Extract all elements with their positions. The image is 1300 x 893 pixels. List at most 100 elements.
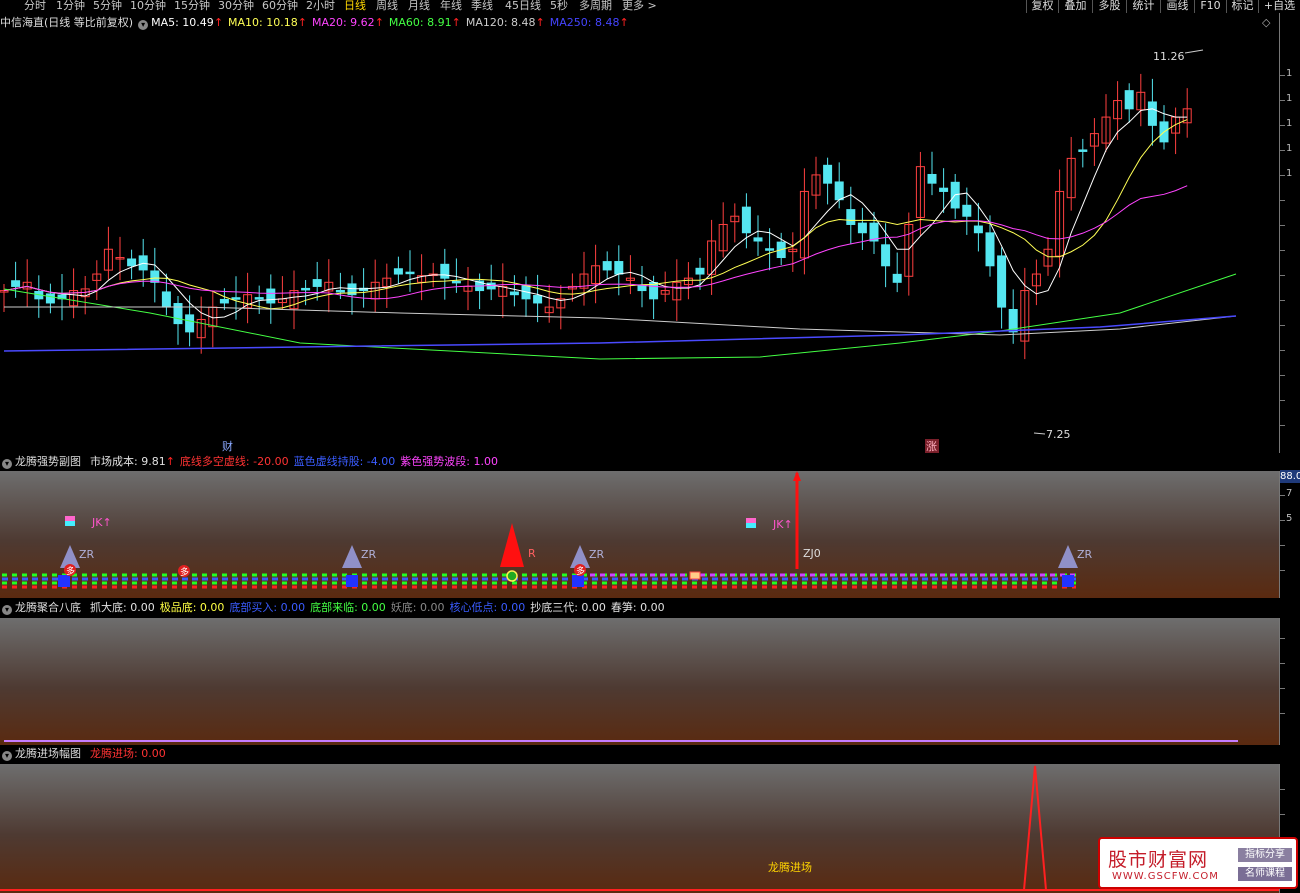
candle-body <box>985 232 995 267</box>
bottom-aggregate-subchart: ▾ 龙腾聚合八底 抓大底: 0.00 极品底: 0.00 底部买入: 0.00 底部来临:… <box>0 598 1300 745</box>
subchart2-header: ▾ 龙腾聚合八底 抓大底: 0.00 极品底: 0.00 底部买入: 0.00 底部来临:… <box>0 599 1300 616</box>
candle-body <box>1147 101 1157 126</box>
jk-block <box>746 518 756 523</box>
event-zhang-icon[interactable]: 涨 <box>926 440 937 453</box>
toolbar-button-6[interactable]: 标记 <box>1226 0 1258 13</box>
period-tab-14[interactable]: 5秒 <box>550 0 568 13</box>
subchart1-axis: 88.0 7 5 <box>1279 470 1300 598</box>
candle-body <box>405 271 415 275</box>
toolbar-button-0[interactable]: 复权 <box>1026 0 1058 13</box>
jk-block <box>65 521 75 526</box>
toolbar-button-3[interactable]: 统计 <box>1126 0 1160 13</box>
high-price-pointer <box>1184 49 1204 54</box>
event-cai-icon[interactable]: 财 <box>222 439 233 453</box>
low-price-label: 7.25 <box>1046 428 1071 441</box>
candle-body <box>614 261 624 275</box>
toolbar-button-2[interactable]: 多股 <box>1092 0 1126 13</box>
bottom-aggregate-plot[interactable] <box>0 618 1279 745</box>
period-tab-3[interactable]: 10分钟 <box>130 0 166 13</box>
price-axis-label: 1 <box>1286 93 1293 104</box>
subchart2-title: 龙腾聚合八底 <box>15 601 81 614</box>
toolbar-button-5[interactable]: F10 <box>1194 0 1226 13</box>
candle-body <box>695 267 705 275</box>
jk-block <box>746 523 756 528</box>
period-tab-10[interactable]: 月线 <box>408 0 430 13</box>
period-tab-1[interactable]: 1分钟 <box>56 0 85 13</box>
candle-body <box>266 288 276 304</box>
watermark-logo: 股市财富网 WWW.GSCFW.COM 指标分享 名师课程 <box>1098 837 1298 889</box>
entry-signal-spike <box>1023 765 1047 891</box>
zr-label: ZR <box>589 548 605 561</box>
period-toolbar: 分时 1分钟 5分钟 10分钟 15分钟 30分钟 60分钟 2小时 日线 周线 月线 年线 季线 45日… <box>0 0 1300 13</box>
toolbar-button-1[interactable]: 叠加 <box>1058 0 1092 13</box>
collapse-toggle-icon[interactable]: ▾ <box>2 751 12 761</box>
toolbar-button-7[interactable]: +自选 <box>1258 0 1300 13</box>
period-tab-4[interactable]: 15分钟 <box>174 0 210 13</box>
blue-block <box>346 575 358 587</box>
indicator-legend-item: 核心低点: 0.00 <box>449 601 526 614</box>
candle-body <box>834 181 844 201</box>
duo-label: 多 <box>180 566 189 578</box>
strength-subchart-plot[interactable]: ZR ZR ZR ZR R ZJ0 JK↑ JK↑ 多 多 多 <box>0 471 1279 598</box>
period-tab-6[interactable]: 60分钟 <box>262 0 298 13</box>
period-tab-7[interactable]: 2小时 <box>306 0 335 13</box>
up-arrow-icon: ↑ <box>165 455 175 468</box>
candle-body <box>765 248 775 251</box>
zr-label: ZR <box>361 548 377 561</box>
indicator-legend-item: 底线多空虚线: -20.00 <box>179 455 289 468</box>
candle-body <box>185 314 195 333</box>
main-chart-panel: 中信海直(日线 等比前复权) ▾ MA5: 10.49↑ MA10: 10.18↑ MA… <box>0 13 1300 453</box>
diamond-icon[interactable]: ◇ <box>1262 16 1270 29</box>
jk-label: JK↑ <box>772 518 793 531</box>
candle-body <box>11 280 21 287</box>
zr-triangle-icon <box>342 545 362 568</box>
period-tab-16[interactable]: 更多 > <box>622 0 657 13</box>
candle-body <box>393 268 403 275</box>
green-dot-icon <box>506 570 518 582</box>
candle-body <box>451 280 461 284</box>
price-axis-label: 1 <box>1286 168 1293 179</box>
period-tab-13[interactable]: 45日线 <box>505 0 541 13</box>
subchart1-title: 龙腾强势副图 <box>15 455 81 468</box>
indicator-legend-item: 紫色强势波段: 1.00 <box>400 455 498 468</box>
zr-triangle-icon <box>1058 545 1078 568</box>
candlestick-chart[interactable]: 11.26 7.25 财 涨 <box>0 13 1279 453</box>
toolbar-button-4[interactable]: 画线 <box>1160 0 1194 13</box>
candle-body <box>846 209 856 225</box>
indicator-legend-item: 底部买入: 0.00 <box>229 601 306 614</box>
candle-body <box>892 273 902 283</box>
candle-body <box>973 225 983 234</box>
entry-subchart-plot[interactable]: 龙腾进场 <box>0 764 1279 893</box>
period-tab-15[interactable]: 多周期 <box>579 0 612 13</box>
period-tab-2[interactable]: 5分钟 <box>93 0 122 13</box>
period-tab-9[interactable]: 周线 <box>376 0 398 13</box>
candle-body <box>753 237 763 242</box>
zr-label: ZR <box>1077 548 1093 561</box>
period-tab-8[interactable]: 日线 <box>344 0 366 13</box>
candle-body <box>335 289 345 293</box>
candle-body <box>509 291 519 296</box>
candle-body <box>1124 90 1134 110</box>
price-axis-label: 1 <box>1286 68 1293 79</box>
candle-body <box>602 261 612 271</box>
candle-body <box>939 187 949 192</box>
red-spike-head <box>793 471 801 481</box>
candle-body <box>312 279 322 287</box>
candle-body <box>161 291 171 308</box>
price-axis: 1 1 1 1 1 <box>1279 13 1300 453</box>
price-axis-label: 1 <box>1286 143 1293 154</box>
indicator-legend-item: 蓝色虚线持股: -4.00 <box>293 455 396 468</box>
red-triangle-icon <box>500 523 524 567</box>
period-tab-5[interactable]: 30分钟 <box>218 0 254 13</box>
period-tab-0[interactable]: 分时 <box>24 0 46 13</box>
candle-body <box>741 206 751 234</box>
collapse-toggle-icon[interactable]: ▾ <box>2 605 12 615</box>
duo-label: 多 <box>66 565 75 577</box>
r-label: R <box>528 547 536 560</box>
subchart3-title: 龙腾进场幅图 <box>15 747 81 760</box>
watermark-tag-share: 指标分享 <box>1238 848 1292 862</box>
period-tab-12[interactable]: 季线 <box>471 0 493 13</box>
high-price-label: 11.26 <box>1153 50 1185 63</box>
collapse-toggle-icon[interactable]: ▾ <box>2 459 12 469</box>
period-tab-11[interactable]: 年线 <box>440 0 462 13</box>
